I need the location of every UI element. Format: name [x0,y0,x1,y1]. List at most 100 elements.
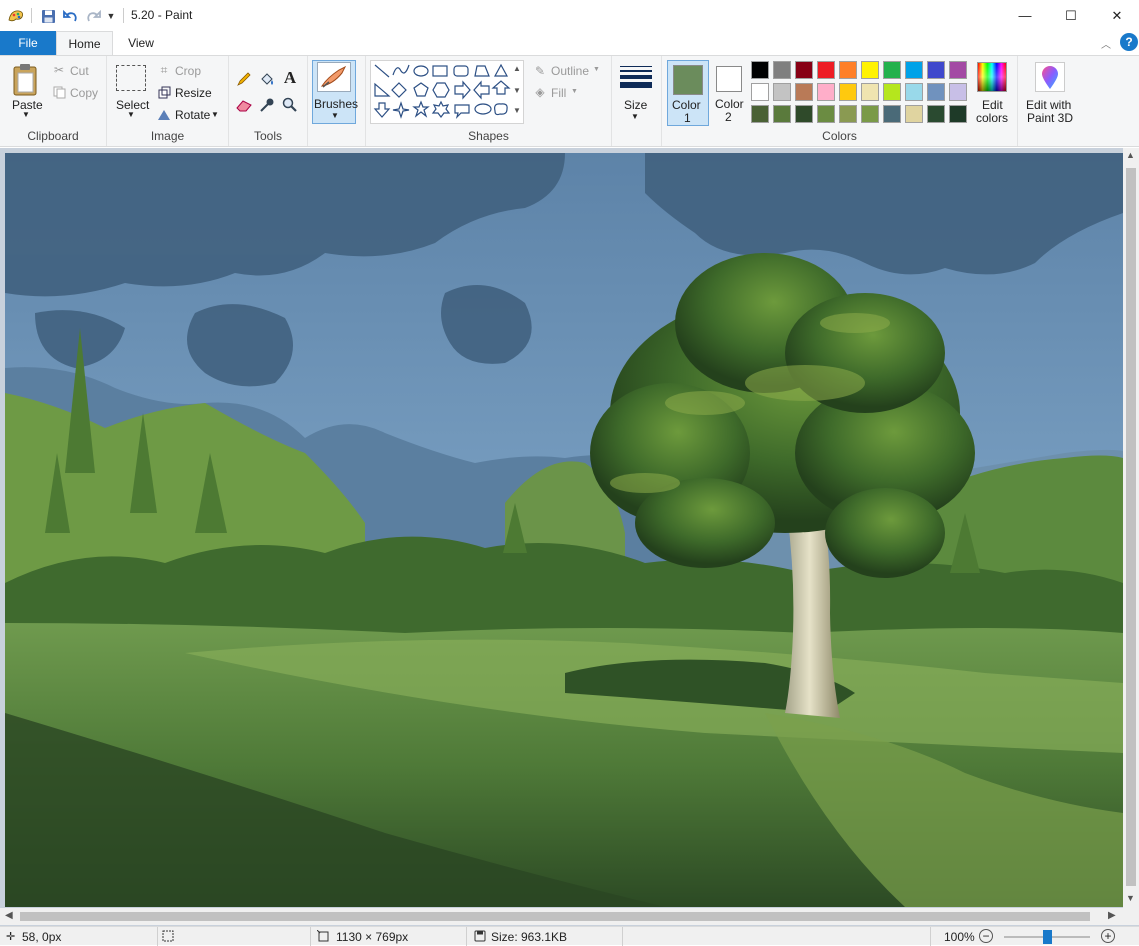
edit-with-paint3d-line2[interactable]: Paint 3D [1027,111,1073,125]
color2-label-line1: Color [715,97,744,111]
paste-icon[interactable] [10,61,42,99]
crop-button[interactable]: Crop [175,64,201,78]
palette-color-swatch[interactable] [927,83,945,101]
shapes-group: ▲ ▼ ▼ ✎ Outline ▼ ◈ Fill ▼ Shapes [366,56,612,146]
rotate-dropdown-icon[interactable]: ▼ [211,110,219,119]
color-picker-icon[interactable] [258,96,276,114]
palette-color-swatch[interactable] [773,105,791,123]
brushes-dropdown-icon: ▼ [331,111,339,120]
tab-view[interactable]: View [113,31,169,55]
outline-button[interactable]: Outline [551,64,589,78]
edit-colors-icon[interactable] [977,62,1007,92]
palette-color-swatch[interactable] [839,61,857,79]
size-dropdown-icon[interactable]: ▼ [631,112,639,121]
select-icon[interactable] [116,65,146,91]
palette-color-swatch[interactable] [905,83,923,101]
brush-icon [317,62,351,92]
palette-color-swatch[interactable] [949,83,967,101]
palette-color-swatch[interactable] [883,83,901,101]
close-button[interactable]: ✕ [1094,0,1139,31]
resize-button[interactable]: Resize [175,86,212,100]
palette-color-swatch[interactable] [795,61,813,79]
palette-color-swatch[interactable] [751,83,769,101]
palette-color-swatch[interactable] [839,105,857,123]
size-button[interactable]: Size [624,98,647,112]
edit-with-paint3d-line1[interactable]: Edit with [1026,98,1071,112]
paint3d-icon[interactable] [1035,62,1065,92]
edit-colors-label-line2[interactable]: colors [976,111,1008,125]
palette-color-swatch[interactable] [751,61,769,79]
eraser-icon[interactable] [235,96,253,114]
line-size-icon[interactable] [619,62,653,92]
rotate-button[interactable]: Rotate [175,108,210,122]
palette-color-swatch[interactable] [905,105,923,123]
palette-color-swatch[interactable] [773,83,791,101]
palette-color-swatch[interactable] [817,61,835,79]
text-tool-icon[interactable]: A [281,68,299,87]
maximize-button[interactable]: ☐ [1048,0,1094,31]
tab-file[interactable]: File [0,31,56,55]
help-icon[interactable]: ? [1120,33,1138,51]
palette-color-swatch[interactable] [883,105,901,123]
vertical-scrollbar[interactable]: ▲ ▼ [1123,148,1139,908]
shapes-expand-icon[interactable]: ▼ [513,106,521,115]
color2-swatch [716,66,742,92]
copy-button[interactable]: Copy [70,86,98,100]
palette-color-swatch[interactable] [905,61,923,79]
shapes-scroll-down-icon[interactable]: ▼ [513,86,521,95]
customize-quick-access-icon[interactable]: ▼ [104,7,118,25]
palette-color-swatch[interactable] [773,61,791,79]
scroll-down-icon[interactable]: ▼ [1126,893,1135,903]
drawing-canvas[interactable] [5,153,1123,907]
title-bar: ▼ 5.20 - Paint — ☐ ✕ [0,0,1139,31]
brushes-button[interactable]: Brushes ▼ [312,60,359,124]
brushes-group: Brushes ▼ [308,56,366,146]
scroll-left-icon[interactable]: ◀ [5,910,13,921]
file-size: Size: 963.1KB [491,930,568,944]
palette-color-swatch[interactable] [861,61,879,79]
minimize-button[interactable]: — [1002,0,1048,31]
magnifier-icon[interactable] [281,96,299,114]
paint-app-icon[interactable] [6,7,26,25]
palette-color-swatch[interactable] [861,105,879,123]
clipboard-group: Paste ▼ ✂ Cut Copy Clipboard [0,56,107,146]
pencil-icon[interactable] [235,70,253,88]
palette-color-swatch[interactable] [861,83,879,101]
shapes-scroll-up-icon[interactable]: ▲ [513,64,521,73]
palette-color-swatch[interactable] [817,105,835,123]
vertical-scroll-thumb[interactable] [1126,168,1136,886]
zoom-in-icon[interactable]: + [1101,929,1115,943]
zoom-out-icon[interactable]: − [979,929,993,943]
tab-home[interactable]: Home [56,31,113,56]
cut-button[interactable]: Cut [70,64,89,78]
palette-color-swatch[interactable] [817,83,835,101]
horizontal-scroll-thumb[interactable] [20,912,1090,921]
collapse-ribbon-icon[interactable]: ︿ [1099,36,1113,51]
palette-color-swatch[interactable] [949,61,967,79]
brushes-label: Brushes [314,97,359,111]
color2-button[interactable]: Color 2 [711,60,747,126]
fill-bucket-icon[interactable] [258,70,276,88]
palette-color-swatch[interactable] [927,61,945,79]
color1-button[interactable]: Color 1 [667,60,709,126]
palette-color-swatch[interactable] [795,83,813,101]
scroll-right-icon[interactable]: ▶ [1108,910,1116,921]
palette-color-swatch[interactable] [795,105,813,123]
fill-button[interactable]: Fill [551,86,566,100]
fill-icon: ◈ [535,85,545,99]
palette-color-swatch[interactable] [839,83,857,101]
palette-color-swatch[interactable] [949,105,967,123]
horizontal-scrollbar[interactable]: ◀ ▶ [0,908,1139,925]
zoom-slider-thumb[interactable] [1043,930,1052,944]
select-dropdown-icon[interactable]: ▼ [127,110,135,119]
paste-dropdown-icon[interactable]: ▼ [22,110,30,119]
undo-icon[interactable] [62,7,80,25]
redo-icon[interactable] [84,7,102,25]
palette-color-swatch[interactable] [751,105,769,123]
save-icon[interactable] [39,7,57,25]
scroll-up-icon[interactable]: ▲ [1126,150,1135,160]
image-group-label: Image [150,129,185,143]
palette-color-swatch[interactable] [927,105,945,123]
palette-color-swatch[interactable] [883,61,901,79]
edit-colors-label-line1[interactable]: Edit [982,98,1003,112]
